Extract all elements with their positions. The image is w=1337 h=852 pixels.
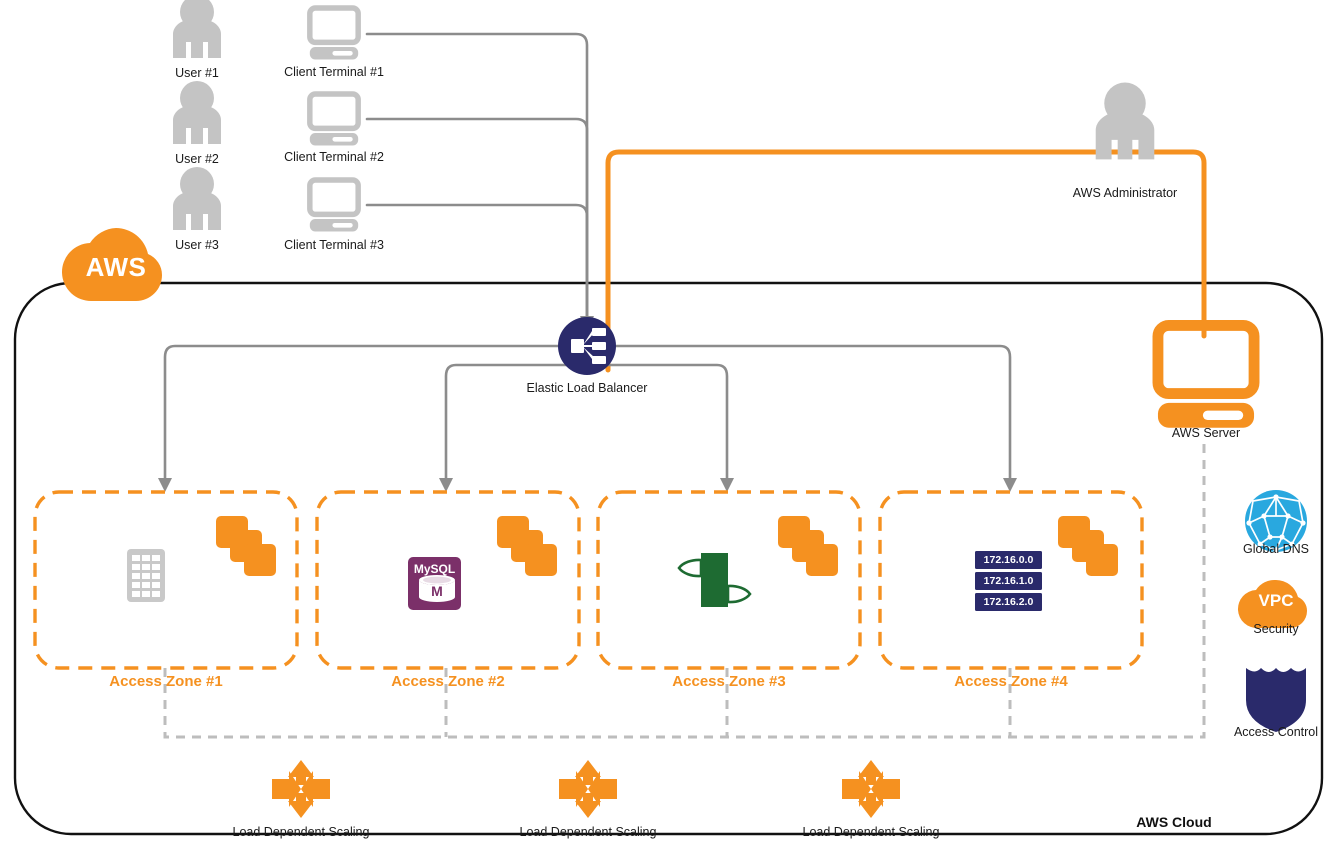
- access-control-label: Access Control: [1233, 725, 1319, 739]
- mysql-wordmark-label: MySQL: [413, 562, 456, 576]
- ip-address-1-label: 172.16.0.0: [983, 554, 1034, 566]
- ip-address-2-label: 172.16.1.0: [983, 575, 1034, 587]
- scaling-2-four-way-scaling-arrows-icon: [559, 760, 617, 818]
- client-terminal-1-label: Client Terminal #1: [284, 65, 384, 79]
- user-2-icon: [173, 81, 221, 144]
- vpc-wordmark-label: VPC: [1258, 591, 1294, 610]
- user-1-label: User #1: [175, 66, 219, 80]
- access-zone-4-label: Access Zone #4: [954, 673, 1068, 690]
- aws-cloud-label: AWS Cloud: [1136, 814, 1212, 830]
- security-label: Security: [1253, 622, 1299, 636]
- access-zone-3-label: Access Zone #3: [672, 673, 786, 690]
- elastic-beanstalk-icon: [677, 553, 752, 607]
- zone-3-ec2-instances-stack-icon: [778, 516, 838, 576]
- access-zone-1-box: [33, 490, 299, 670]
- zone-4-ec2-instances-stack-icon: [1058, 516, 1118, 576]
- global-dns-label: Global DNS: [1243, 542, 1309, 556]
- client-terminal-1-icon: [310, 8, 358, 59]
- user-3-label: User #3: [175, 238, 219, 252]
- ip-address-3-label: 172.16.2.0: [983, 596, 1034, 608]
- scaling-2-label: Load Dependent Scaling: [519, 825, 657, 839]
- aws-architecture-diagram: AWS User #1 User #2 User #3 Client Termi…: [0, 0, 1337, 852]
- client-terminal-3-label: Client Terminal #3: [284, 238, 384, 252]
- zone-1-ec2-instances-stack-icon: [216, 516, 276, 576]
- zone-arrowheads: [158, 478, 1017, 492]
- scaling-1-four-way-scaling-arrows-icon: [272, 760, 330, 818]
- scaling-1-label: Load Dependent Scaling: [232, 825, 370, 839]
- access-zone-3-box: [596, 490, 862, 670]
- elastic-load-balancer-icon: [558, 317, 616, 375]
- diagram-canvas: [13, 0, 1324, 836]
- administrator-orange-path: [605, 149, 1207, 373]
- zone-2-ec2-instances-stack-icon: [497, 516, 557, 576]
- storage-grid-icon: [127, 549, 165, 602]
- elastic-load-balancer-label: Elastic Load Balancer: [526, 381, 648, 395]
- zones-to-server-dashed-bus: [163, 440, 1206, 739]
- aws-badge-label: AWS: [85, 252, 147, 282]
- client-terminal-2-icon: [310, 94, 358, 145]
- user-2-label: User #2: [175, 152, 219, 166]
- aws-administrator-icon: [1095, 82, 1155, 160]
- aws-server-label: AWS Server: [1171, 426, 1241, 440]
- aws-administrator-label: AWS Administrator: [1072, 186, 1178, 200]
- access-zone-2-label: Access Zone #2: [391, 673, 505, 690]
- user-1-icon: [173, 0, 221, 58]
- client-terminal-3-icon: [310, 180, 358, 231]
- aws-server-icon: [1158, 325, 1254, 427]
- scaling-3-four-way-scaling-arrows-icon: [842, 760, 900, 818]
- scaling-3-label: Load Dependent Scaling: [802, 825, 940, 839]
- user-3-icon: [173, 167, 221, 230]
- shield-icon: [1246, 668, 1306, 732]
- client-terminal-2-label: Client Terminal #2: [284, 150, 384, 164]
- mysql-badge-label: M: [431, 583, 443, 599]
- access-zone-1-label: Access Zone #1: [109, 673, 223, 690]
